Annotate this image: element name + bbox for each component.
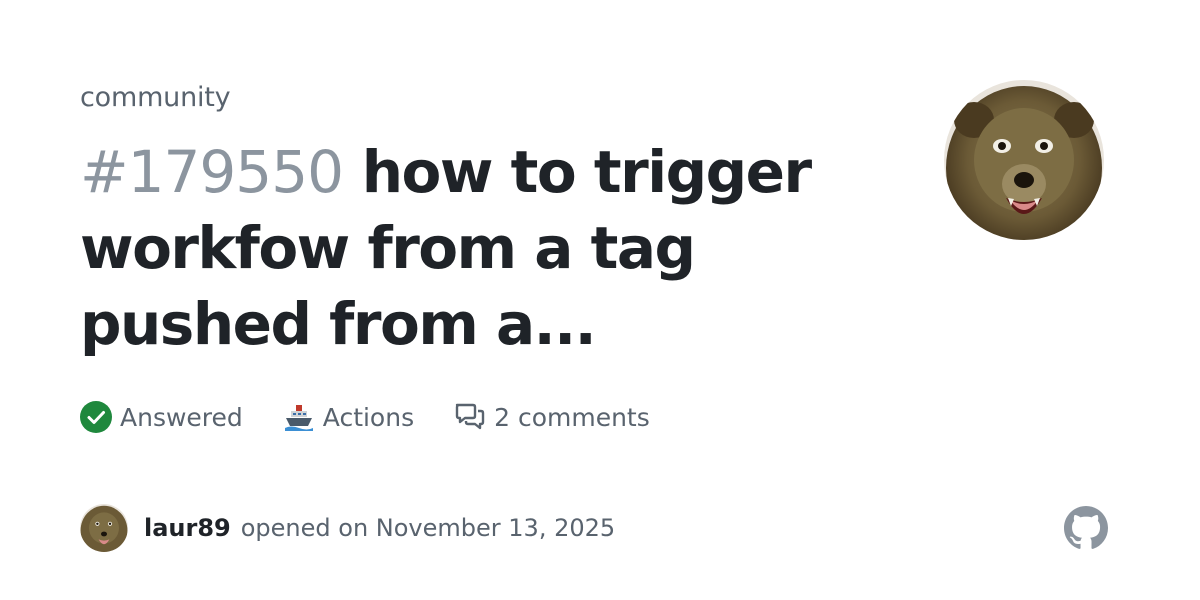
- category-actions[interactable]: Actions: [283, 401, 414, 433]
- ship-emoji-icon: [283, 401, 315, 433]
- discussion-number: #179550: [80, 138, 344, 206]
- author-username[interactable]: laur89: [144, 514, 231, 542]
- bear-avatar-image: [944, 80, 1104, 240]
- opened-date-text: opened on November 13, 2025: [240, 514, 616, 542]
- discussion-title[interactable]: #179550 how to trigger workfow from a ta…: [80, 134, 840, 362]
- status-answered[interactable]: Answered: [80, 401, 243, 433]
- author-avatar-large: [944, 80, 1104, 240]
- status-label: Answered: [120, 402, 243, 432]
- github-logo-icon[interactable]: [1064, 506, 1108, 550]
- social-preview-card: community #179550 how to trigger workfow…: [0, 0, 1200, 600]
- repo-name[interactable]: community: [80, 80, 231, 116]
- comment-discussion-icon: [454, 401, 486, 433]
- category-label: Actions: [322, 402, 415, 432]
- comments-count[interactable]: 2 comments: [454, 401, 650, 433]
- comments-label: 2 comments: [494, 402, 650, 432]
- author-footer: laur89 opened on November 13, 2025: [80, 504, 615, 552]
- bear-avatar-image: [80, 504, 128, 552]
- discussion-meta: Answered Actions 2 comments: [80, 396, 690, 438]
- check-circle-icon: [80, 401, 112, 433]
- author-avatar-small[interactable]: [80, 504, 128, 552]
